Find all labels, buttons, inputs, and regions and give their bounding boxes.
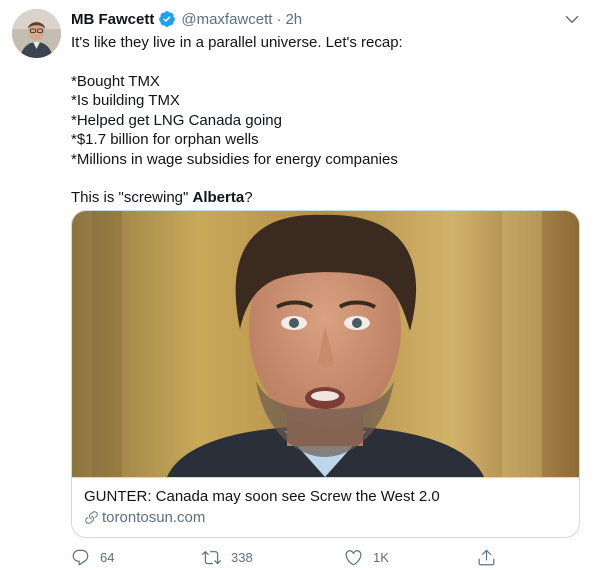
card-title[interactable]: GUNTER: Canada may soon see Screw the We… (84, 487, 567, 506)
author-name[interactable]: MB Fawcett (71, 11, 154, 28)
separator-dot: · (276, 10, 282, 28)
tweet-line: *Is building TMX (71, 92, 180, 109)
retweet-button[interactable]: 338 (202, 546, 253, 568)
tweet-line: *Millions in wage subsidies for energy c… (71, 150, 398, 168)
tweet-line: *Helped get LNG Canada going (71, 111, 282, 129)
tweet[interactable]: MB Fawcett @maxfawcett · 2h It's like th… (0, 0, 594, 570)
card-domain[interactable]: torontosun.com (102, 508, 205, 527)
verified-badge-icon (159, 11, 176, 27)
closing-suffix: ? (244, 189, 253, 206)
tweet-actions: 64 338 1K (71, 546, 511, 568)
tweet-line: *Bought TMX (71, 72, 160, 90)
link-icon (85, 511, 98, 524)
tweet-line: *$1.7 billion for orphan wells (71, 131, 259, 148)
closing-bold: Alberta (192, 189, 245, 206)
share-button[interactable] (477, 546, 496, 568)
like-button[interactable]: 1K (344, 546, 389, 568)
card-domain-row[interactable]: torontosun.com (84, 508, 567, 527)
author-handle[interactable]: @maxfawcett (181, 11, 272, 28)
avatar[interactable] (12, 9, 61, 58)
reply-count: 64 (100, 549, 115, 565)
tweet-closing-line: This is "screwing" Alberta? (71, 188, 581, 208)
retweet-count: 338 (231, 549, 253, 565)
reply-button[interactable]: 64 (71, 546, 114, 568)
retweet-icon (202, 550, 221, 564)
heart-icon (345, 549, 362, 565)
tweet-header: MB Fawcett @maxfawcett · 2h (71, 9, 302, 29)
share-icon (478, 549, 495, 565)
closing-prefix: This is "screwing" (71, 189, 193, 206)
card-meta[interactable]: GUNTER: Canada may soon see Screw the We… (72, 477, 579, 537)
tweet-text: It's like they live in a parallel univer… (71, 33, 581, 208)
like-count: 1K (373, 549, 389, 565)
timestamp[interactable]: 2h (285, 11, 302, 28)
reply-icon (72, 549, 89, 565)
link-card[interactable]: GUNTER: Canada may soon see Screw the We… (71, 210, 580, 538)
chevron-down-icon[interactable] (563, 10, 581, 28)
card-image[interactable] (72, 211, 579, 477)
tweet-line: It's like they live in a parallel univer… (71, 34, 403, 51)
